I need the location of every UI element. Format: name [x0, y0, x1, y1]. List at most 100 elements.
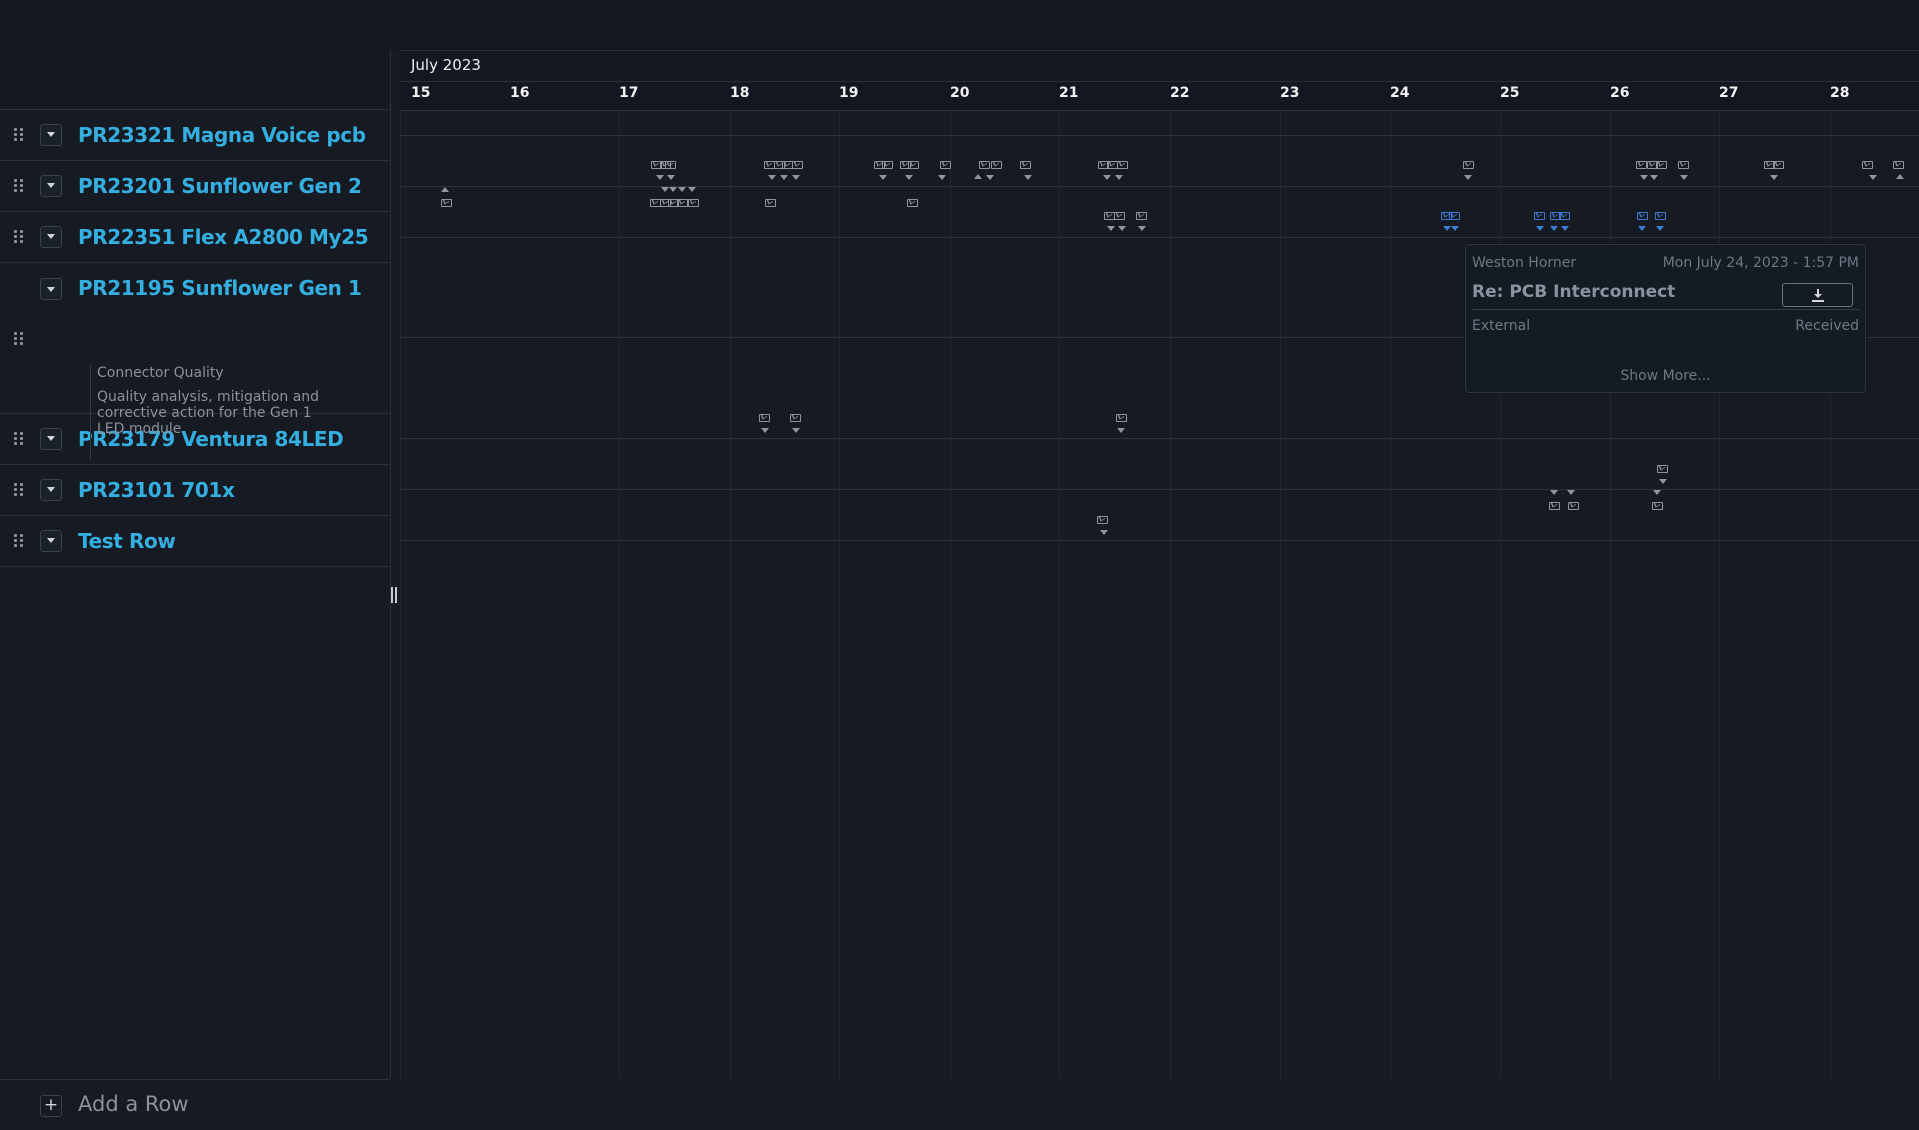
- direction-arrow-icon: [761, 428, 769, 433]
- project-row[interactable]: PR23101 701x: [0, 464, 390, 516]
- chevron-down-icon[interactable]: [40, 478, 62, 501]
- direction-arrow-icon: [1118, 226, 1126, 231]
- mail-icon[interactable]: [1655, 212, 1666, 220]
- chevron-down-icon[interactable]: [40, 225, 62, 248]
- direction-arrow-icon: [1451, 226, 1459, 231]
- chevron-down-icon[interactable]: [40, 174, 62, 197]
- chevron-down-icon[interactable]: [40, 529, 62, 552]
- drag-handle-icon[interactable]: [14, 431, 24, 446]
- mail-icon[interactable]: [677, 199, 688, 207]
- project-title[interactable]: PR22351 Flex A2800 My25: [78, 225, 369, 249]
- direction-arrow-icon: [780, 175, 788, 180]
- day-label: 26: [1610, 85, 1630, 101]
- mail-icon[interactable]: [688, 199, 699, 207]
- add-row-button[interactable]: + Add a Row: [0, 1079, 390, 1130]
- direction-arrow-icon: [1115, 175, 1123, 180]
- mail-icon[interactable]: [1114, 212, 1125, 220]
- download-button[interactable]: [1782, 283, 1853, 307]
- mail-icon[interactable]: [765, 199, 776, 207]
- direction-arrow-icon: [938, 175, 946, 180]
- project-title[interactable]: PR23201 Sunflower Gen 2: [78, 174, 362, 198]
- direction-arrow-icon: [688, 187, 696, 192]
- direction-arrow-icon: [1024, 175, 1032, 180]
- mail-icon[interactable]: [665, 161, 676, 169]
- mail-icon[interactable]: [1449, 212, 1460, 220]
- project-title[interactable]: PR21195 Sunflower Gen 1: [78, 276, 362, 300]
- mail-icon[interactable]: [1656, 161, 1667, 169]
- mail-icon[interactable]: [1862, 161, 1873, 169]
- plus-icon[interactable]: +: [40, 1095, 62, 1117]
- mail-icon[interactable]: [1657, 465, 1668, 473]
- mail-icon[interactable]: [1559, 212, 1570, 220]
- mail-icon[interactable]: [1678, 161, 1689, 169]
- mail-icon[interactable]: [1652, 502, 1663, 510]
- timeline-header: July 2023 15 16 17 18 19 20 21 22 23 24 25 26 27 28: [400, 50, 1919, 111]
- drag-handle-icon[interactable]: [14, 482, 24, 497]
- mail-icon[interactable]: [1020, 161, 1031, 169]
- direction-arrow-icon: [1100, 530, 1108, 535]
- project-row[interactable]: PR22351 Flex A2800 My25: [0, 211, 390, 263]
- project-title[interactable]: PR23101 701x: [78, 478, 235, 502]
- mail-icon[interactable]: [792, 161, 803, 169]
- direction-arrow-icon: [656, 175, 664, 180]
- mail-icon[interactable]: [759, 414, 770, 422]
- mail-icon[interactable]: [991, 161, 1002, 169]
- sender-name: Weston Horner: [1472, 255, 1577, 271]
- mail-icon[interactable]: [1773, 161, 1784, 169]
- direction-arrow-icon: [667, 175, 675, 180]
- day-label: 18: [730, 85, 750, 101]
- mail-icon[interactable]: [1568, 502, 1579, 510]
- project-row[interactable]: PR23201 Sunflower Gen 2: [0, 160, 390, 212]
- mail-icon[interactable]: [1893, 161, 1904, 169]
- mail-icon[interactable]: [979, 161, 990, 169]
- mail-icon[interactable]: [882, 161, 893, 169]
- add-row-label[interactable]: Add a Row: [78, 1092, 189, 1116]
- direction-arrow-icon: [1464, 175, 1472, 180]
- project-row[interactable]: Test Row: [0, 515, 390, 567]
- direction-arrow-icon: [974, 174, 982, 179]
- sidebar-resize-handle[interactable]: [391, 587, 399, 603]
- day-label: 19: [839, 85, 859, 101]
- project-row[interactable]: PR23321 Magna Voice pcb: [0, 109, 390, 161]
- email-tag: External: [1472, 318, 1531, 334]
- project-title[interactable]: Test Row: [78, 529, 176, 553]
- mail-icon[interactable]: [1116, 414, 1127, 422]
- mail-icon[interactable]: [1534, 212, 1545, 220]
- direction-arrow-icon: [1103, 175, 1111, 180]
- project-title[interactable]: PR23321 Magna Voice pcb: [78, 123, 366, 147]
- chevron-down-icon[interactable]: [40, 278, 62, 300]
- drag-handle-icon[interactable]: [14, 229, 24, 244]
- chevron-down-icon[interactable]: [40, 123, 62, 146]
- mail-icon[interactable]: [1136, 212, 1147, 220]
- mail-icon[interactable]: [441, 199, 452, 207]
- direction-arrow-icon: [1680, 175, 1688, 180]
- direction-arrow-icon: [792, 428, 800, 433]
- drag-handle-icon[interactable]: [14, 127, 24, 142]
- mail-icon[interactable]: [940, 161, 951, 169]
- mail-icon[interactable]: [1636, 161, 1647, 169]
- mail-icon[interactable]: [1463, 161, 1474, 169]
- direction-arrow-icon: [905, 175, 913, 180]
- mail-icon[interactable]: [1549, 502, 1560, 510]
- show-more-link[interactable]: Show More...: [1466, 368, 1865, 384]
- drag-handle-icon[interactable]: [14, 533, 24, 548]
- drag-handle-icon[interactable]: [14, 332, 24, 346]
- day-label: 24: [1390, 85, 1410, 101]
- mail-icon[interactable]: [790, 414, 801, 422]
- timeline-grid: July 2023 15 16 17 18 19 20 21 22 23 24 25 26 27 28: [400, 50, 1919, 1079]
- direction-arrow-icon: [1650, 175, 1658, 180]
- direction-arrow-icon: [986, 175, 994, 180]
- mail-icon[interactable]: [1117, 161, 1128, 169]
- email-date: Mon July 24, 2023 - 1:57 PM: [1662, 255, 1859, 271]
- top-bar: [0, 0, 1919, 50]
- chevron-down-icon[interactable]: [40, 427, 62, 450]
- day-label: 16: [510, 85, 530, 101]
- direction-arrow-icon: [1550, 490, 1558, 495]
- mail-icon[interactable]: [1097, 516, 1108, 524]
- email-popover[interactable]: Weston Horner Mon July 24, 2023 - 1:57 P…: [1465, 244, 1866, 393]
- mail-icon[interactable]: [1637, 212, 1648, 220]
- mail-icon[interactable]: [907, 199, 918, 207]
- mail-icon[interactable]: [908, 161, 919, 169]
- direction-arrow-icon: [1550, 226, 1558, 231]
- drag-handle-icon[interactable]: [14, 178, 24, 193]
